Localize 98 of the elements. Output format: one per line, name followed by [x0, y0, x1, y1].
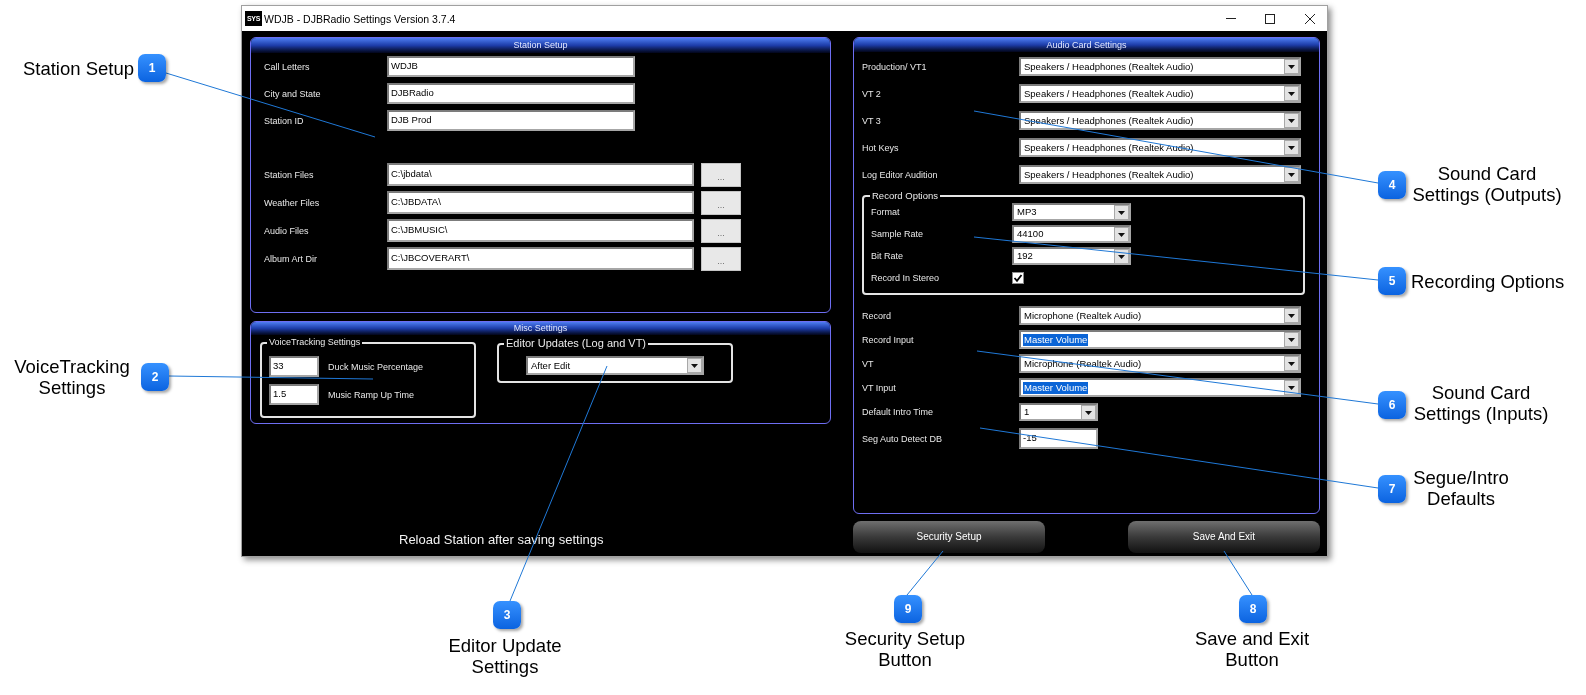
number-badge: 1 [138, 54, 166, 82]
dropdown[interactable]: 44100 [1012, 225, 1131, 243]
browse-button[interactable]: ... [701, 218, 741, 243]
group-title: Record Options [870, 190, 940, 202]
text-field[interactable]: C:\jbdata\ [387, 163, 694, 186]
dropdown[interactable]: Master Volume [1019, 378, 1301, 397]
number-badge: 5 [1378, 267, 1406, 295]
number-badge: 7 [1378, 475, 1406, 503]
dropdown[interactable]: Speakers / Headphones (Realtek Audio) [1019, 84, 1301, 103]
browse-button[interactable]: ... [701, 162, 741, 187]
browse-button[interactable]: ... [701, 246, 741, 271]
info-message: Reload Station after saving settings [399, 532, 605, 548]
number-badge: 2 [141, 363, 169, 391]
leader-line [1223, 550, 1253, 596]
group-title: VoiceTracking Settings [267, 336, 363, 348]
caret-icon[interactable] [1284, 59, 1299, 74]
action-button[interactable]: Save And Exit [1128, 521, 1320, 553]
dropdown[interactable]: Master Volume [1019, 330, 1301, 349]
callout-label: Editor Update Settings [447, 635, 563, 677]
field-label: VT 3 [862, 114, 882, 127]
panel-header: Audio Card Settings [854, 38, 1319, 52]
dropdown[interactable]: 192 [1012, 247, 1131, 265]
caret-icon[interactable] [687, 358, 702, 373]
caret-icon[interactable] [1284, 167, 1299, 182]
caret-icon[interactable] [1114, 204, 1129, 220]
caret-icon[interactable] [1284, 113, 1299, 128]
text-field[interactable]: C:\JBDATA\ [387, 191, 694, 214]
callout-label: Recording Options [1411, 271, 1566, 292]
field-label: VT [862, 357, 875, 370]
text-field[interactable]: DJB Prod [387, 110, 635, 131]
text-field[interactable]: C:\JBCOVERART\ [387, 247, 694, 270]
caret-icon[interactable] [1114, 248, 1129, 264]
caret-icon[interactable] [1284, 380, 1299, 395]
callout-label: VoiceTracking Settings [13, 356, 131, 398]
callout-label: Station Setup [21, 58, 134, 79]
panel-header: Misc Settings [251, 322, 830, 335]
caret-icon[interactable] [1284, 140, 1299, 155]
field-label: Weather Files [264, 196, 321, 209]
number-badge: 3 [493, 601, 521, 629]
field-label: Sample Rate [871, 228, 925, 240]
field-label: Album Art Dir [264, 252, 318, 265]
field-label: Hot Keys [862, 141, 900, 154]
caret-icon[interactable] [1284, 356, 1299, 371]
text-field[interactable]: 1.5 [269, 384, 319, 405]
field-label: Audio Files [264, 224, 310, 237]
field-label: Record Input [862, 333, 915, 346]
dropdown[interactable]: After Edit [526, 356, 704, 375]
field-label: Log Editor Audition [862, 168, 939, 181]
close-icon[interactable] [1305, 13, 1315, 24]
field-label: Duck Music Percentage [328, 360, 424, 373]
field-label: Format [871, 206, 901, 218]
dropdown[interactable]: Speakers / Headphones (Realtek Audio) [1019, 57, 1301, 76]
dropdown[interactable]: MP3 [1012, 203, 1131, 221]
field-label: Record [862, 309, 892, 322]
checkbox[interactable] [1012, 272, 1024, 284]
dropdown[interactable]: Speakers / Headphones (Realtek Audio) [1019, 165, 1301, 184]
number-badge: 8 [1239, 595, 1267, 623]
field-label: Production/ VT1 [862, 60, 928, 73]
caret-icon[interactable] [1284, 86, 1299, 101]
field-label: City and State [264, 87, 322, 100]
action-button[interactable]: Security Setup [853, 521, 1045, 553]
caret-icon[interactable] [1081, 404, 1096, 420]
text-field[interactable]: WDJB [387, 56, 635, 77]
window-title: WDJB - DJBRadio Settings Version 3.7.4 [264, 11, 456, 26]
callout-label: Sound Card Settings (Inputs) [1412, 382, 1550, 424]
caret-icon[interactable] [1114, 226, 1129, 242]
field-label: VT 2 [862, 87, 882, 100]
callout-label: Sound Card Settings (Outputs) [1411, 163, 1563, 205]
text-field[interactable]: C:\JBMUSIC\ [387, 219, 694, 242]
panel-header: Station Setup [251, 38, 830, 53]
field-label: Music Ramp Up Time [328, 388, 415, 401]
text-field[interactable]: 33 [269, 356, 319, 377]
group-title: Editor Updates (Log and VT) [504, 336, 649, 350]
field-label: Seg Auto Detect DB [862, 432, 944, 445]
text-field[interactable]: DJBRadio [387, 83, 635, 104]
caret-icon[interactable] [1284, 332, 1299, 347]
field-label: Default Intro Time [862, 406, 935, 418]
field-label: Record In Stereo [871, 272, 941, 284]
field-label: Station Files [264, 168, 315, 181]
dropdown[interactable]: 1 [1019, 403, 1098, 421]
callout-label: Segue/Intro Defaults [1412, 467, 1510, 509]
maximize-icon[interactable] [1265, 13, 1275, 24]
dropdown[interactable]: Microphone (Realtek Audio) [1019, 354, 1301, 373]
text-field[interactable]: -15 [1019, 428, 1098, 449]
browse-button[interactable]: ... [701, 190, 741, 215]
caret-icon[interactable] [1284, 308, 1299, 323]
field-label: Call Letters [264, 60, 311, 73]
dropdown[interactable]: Speakers / Headphones (Realtek Audio) [1019, 111, 1301, 130]
number-badge: 4 [1378, 171, 1406, 199]
number-badge: 6 [1378, 391, 1406, 419]
dropdown[interactable]: Microphone (Realtek Audio) [1019, 306, 1301, 325]
number-badge: 9 [894, 595, 922, 623]
field-label: Bit Rate [871, 250, 904, 262]
field-label: Station ID [264, 114, 305, 127]
callout-label: Save and Exit Button [1193, 628, 1311, 670]
callout-label: Security Setup Button [843, 628, 967, 670]
leader-line [906, 550, 944, 596]
field-label: VT Input [862, 381, 897, 394]
